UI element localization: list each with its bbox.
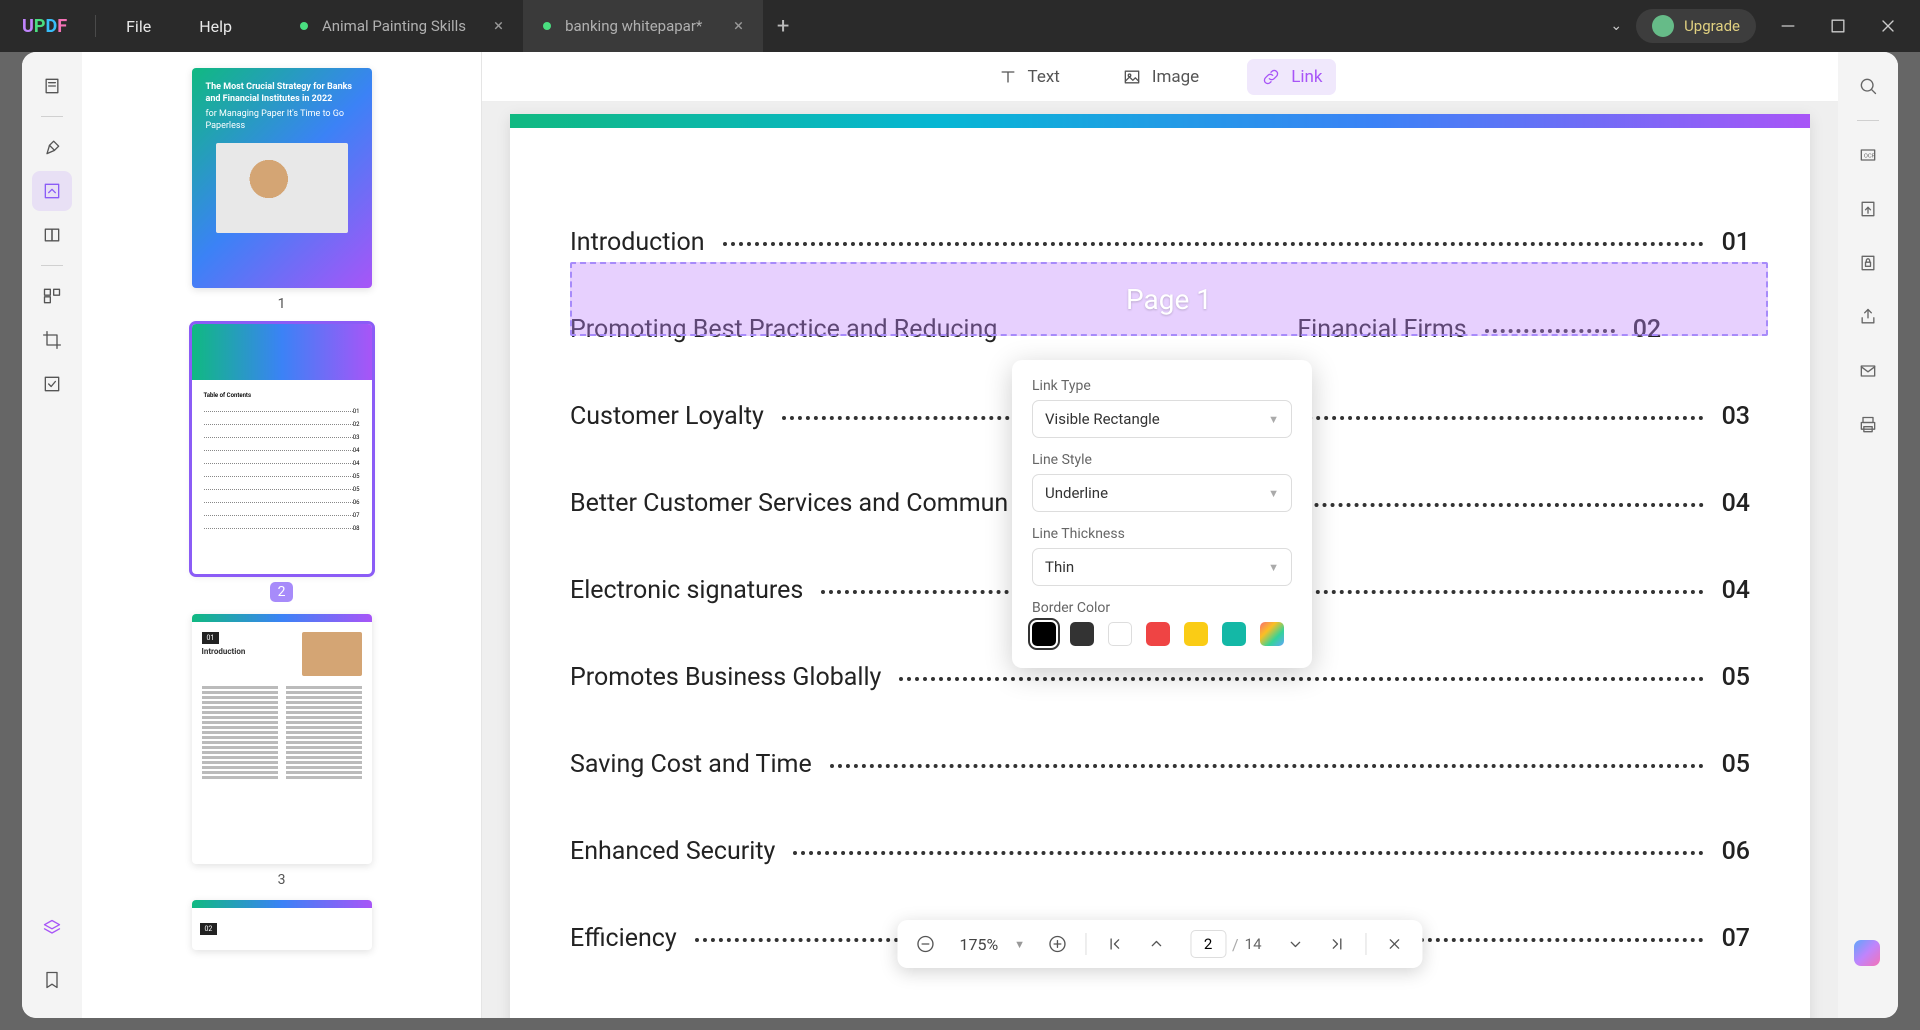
tab-modified-icon	[300, 22, 308, 30]
share-button[interactable]	[1848, 297, 1888, 337]
thumb-heading: Introduction	[202, 647, 294, 656]
tab-close-button[interactable]: ×	[494, 16, 503, 36]
prev-page-button[interactable]	[1138, 926, 1174, 962]
tabs-overflow-icon[interactable]: ⌄	[1610, 18, 1622, 34]
titlebar: UPDF File Help Animal Painting Skills × …	[0, 0, 1920, 52]
color-white[interactable]	[1108, 622, 1132, 646]
next-page-button[interactable]	[1278, 926, 1314, 962]
thumbnail-page-4[interactable]: 02	[192, 900, 372, 950]
chevron-down-icon: ▼	[1268, 561, 1279, 574]
color-red[interactable]	[1146, 622, 1170, 646]
color-teal[interactable]	[1222, 622, 1246, 646]
tab-modified-icon	[543, 22, 551, 30]
color-swatches	[1032, 622, 1292, 646]
avatar-icon	[1652, 15, 1674, 37]
ai-assistant-button[interactable]	[1854, 940, 1880, 966]
toc-row: Introduction01	[570, 228, 1750, 257]
text-tool-label: Text	[1028, 67, 1060, 87]
minimize-button[interactable]	[1770, 8, 1806, 44]
edit-tool[interactable]	[32, 171, 72, 211]
thumb-badge: 01	[202, 632, 220, 644]
bookmark-tool[interactable]	[32, 960, 72, 1000]
color-dark-gray[interactable]	[1070, 622, 1094, 646]
color-yellow[interactable]	[1184, 622, 1208, 646]
export-button[interactable]	[1848, 189, 1888, 229]
thumb-number: 1	[278, 296, 286, 312]
form-tool[interactable]	[32, 364, 72, 404]
tab-animal-painting[interactable]: Animal Painting Skills ×	[280, 0, 523, 52]
toc-row: Saving Cost and Time05	[570, 750, 1750, 779]
svg-text:OCR: OCR	[1864, 154, 1876, 160]
thumbnail-panel: The Most Crucial Strategy for Banks and …	[82, 52, 482, 1018]
zoom-out-button[interactable]	[907, 926, 943, 962]
thumb-number: 3	[278, 872, 286, 888]
thumb-title: The Most Crucial Strategy for Banks and …	[206, 82, 358, 105]
first-page-button[interactable]	[1096, 926, 1132, 962]
chevron-down-icon: ▼	[1268, 487, 1279, 500]
tab-banking-whitepaper[interactable]: banking whitepapar* ×	[523, 0, 763, 52]
line-style-label: Line Style	[1032, 452, 1292, 468]
document-canvas: Text Image Link Introduction01 Promoting…	[482, 52, 1838, 1018]
link-properties-popover: Link Type Visible Rectangle▼ Line Style …	[1012, 360, 1312, 668]
upgrade-button[interactable]: Upgrade	[1636, 9, 1756, 43]
email-button[interactable]	[1848, 351, 1888, 391]
page-control-bar: 175% ▼ 2 / 14	[897, 920, 1422, 968]
close-window-button[interactable]	[1870, 8, 1906, 44]
print-button[interactable]	[1848, 405, 1888, 445]
maximize-button[interactable]	[1820, 8, 1856, 44]
organize-tool[interactable]	[32, 276, 72, 316]
link-tool-button[interactable]: Link	[1247, 59, 1336, 95]
crop-tool[interactable]	[32, 320, 72, 360]
layers-tool[interactable]	[32, 908, 72, 948]
edit-toolbar: Text Image Link	[482, 52, 1838, 102]
search-button[interactable]	[1848, 66, 1888, 106]
page-input[interactable]: 2	[1190, 930, 1226, 958]
thumb-number: 2	[270, 582, 294, 602]
new-tab-button[interactable]: +	[763, 0, 803, 52]
link-type-label: Link Type	[1032, 378, 1292, 394]
protect-button[interactable]	[1848, 243, 1888, 283]
menu-file[interactable]: File	[102, 17, 175, 36]
page-tool[interactable]	[32, 215, 72, 255]
last-page-button[interactable]	[1320, 926, 1356, 962]
total-pages: 14	[1245, 935, 1262, 953]
chevron-down-icon: ▼	[1268, 413, 1279, 426]
image-tool-button[interactable]: Image	[1108, 59, 1213, 95]
toc-row: Enhanced Security06	[570, 837, 1750, 866]
thumbnail-page-1[interactable]: The Most Crucial Strategy for Banks and …	[192, 68, 372, 288]
zoom-level: 175%	[949, 935, 1008, 954]
selected-link-annotation[interactable]: Page 1	[570, 262, 1768, 336]
thumb-sub: for Managing Paper It's Time to Go Paper…	[206, 109, 358, 132]
thumbnail-page-2[interactable]: Table of Contents 01 02 03 04 04 05 05 0…	[192, 324, 372, 574]
border-color-label: Border Color	[1032, 600, 1292, 616]
left-tool-rail	[22, 52, 82, 1018]
ocr-button[interactable]: OCR	[1848, 135, 1888, 175]
app-logo: UPDF	[0, 16, 89, 37]
close-pagebar-button[interactable]	[1377, 926, 1413, 962]
link-tool-label: Link	[1291, 67, 1322, 87]
color-custom[interactable]	[1260, 622, 1284, 646]
color-black[interactable]	[1032, 622, 1056, 646]
thumbnail-page-3[interactable]: 01 Introduction	[192, 614, 372, 864]
line-thickness-label: Line Thickness	[1032, 526, 1292, 542]
link-target-label: Page 1	[1126, 283, 1212, 316]
tab-close-button[interactable]: ×	[734, 16, 743, 36]
tab-title: banking whitepapar*	[565, 17, 702, 35]
right-tool-rail: OCR	[1838, 52, 1898, 1018]
annotate-tool[interactable]	[32, 127, 72, 167]
tab-title: Animal Painting Skills	[322, 17, 466, 35]
text-tool-button[interactable]: Text	[984, 59, 1074, 95]
menu-help[interactable]: Help	[175, 17, 256, 36]
link-type-select[interactable]: Visible Rectangle▼	[1032, 400, 1292, 438]
zoom-in-button[interactable]	[1039, 926, 1075, 962]
upgrade-label: Upgrade	[1684, 17, 1740, 35]
line-thickness-select[interactable]: Thin▼	[1032, 548, 1292, 586]
reader-tool[interactable]	[32, 66, 72, 106]
image-tool-label: Image	[1152, 67, 1199, 87]
line-style-select[interactable]: Underline▼	[1032, 474, 1292, 512]
thumb-header: Table of Contents	[204, 392, 360, 399]
zoom-menu-button[interactable]: ▼	[1014, 938, 1025, 951]
